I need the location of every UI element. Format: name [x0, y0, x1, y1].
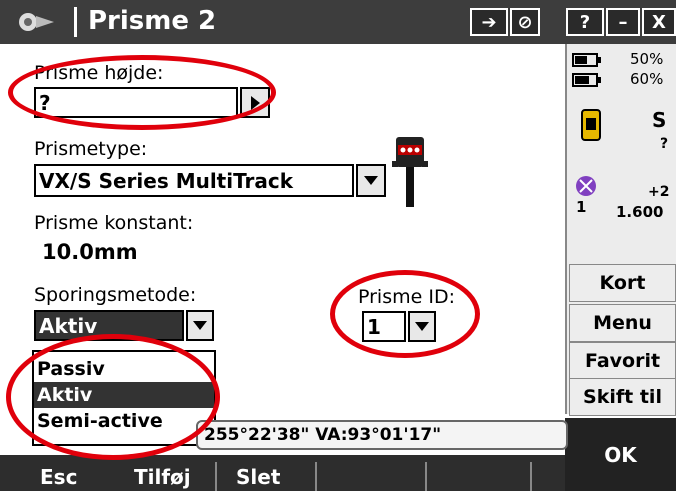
- menu-button[interactable]: Menu: [569, 304, 676, 342]
- battery-1-level: 50%: [630, 50, 664, 68]
- tracking-method-label: Sporingsmetode:: [34, 284, 197, 306]
- skift-til-button[interactable]: Skift til: [569, 378, 676, 416]
- no-entry-button[interactable]: ⊘: [510, 8, 540, 36]
- tilfoej-softkey[interactable]: Tilføj: [134, 462, 191, 491]
- chevron-down-icon: [364, 176, 378, 185]
- multitrack-prism-icon: [388, 135, 432, 207]
- esc-softkey[interactable]: Esc: [40, 462, 77, 491]
- app-logo-icon[interactable]: [14, 8, 60, 36]
- slet-softkey[interactable]: Slet: [236, 462, 280, 491]
- annotation-circle: [6, 334, 220, 460]
- target-number: 1: [576, 198, 587, 216]
- total-station-icon: [578, 108, 604, 144]
- battery-icon: [572, 72, 602, 87]
- target-icon: [574, 174, 598, 198]
- favorit-button[interactable]: Favorit: [569, 342, 676, 380]
- window-title: Prisme 2: [88, 6, 217, 36]
- prism-constant-label: Prisme konstant:: [34, 212, 194, 234]
- chevron-down-icon: [193, 321, 207, 330]
- tracking-method-dropdown-button[interactable]: [186, 310, 214, 341]
- forward-arrow-button[interactable]: ➔: [470, 8, 508, 36]
- instrument-value: ?: [660, 136, 669, 152]
- target-height: 1.600: [616, 203, 664, 221]
- softkey-divider: [530, 462, 532, 491]
- annotation-circle: [8, 55, 276, 130]
- softkey-divider: [215, 462, 217, 491]
- title-separator: [74, 7, 77, 37]
- angle-status-line: 255°22'38" VA:93°01'17": [196, 420, 568, 450]
- prism-type-label: Prismetype:: [34, 138, 148, 160]
- kort-button[interactable]: Kort: [569, 264, 676, 302]
- prism-constant-value: 10.0mm: [42, 240, 138, 264]
- prism-type-select[interactable]: VX/S Series MultiTrack: [34, 164, 354, 197]
- softkey-divider: [425, 462, 427, 491]
- prism-type-dropdown-button[interactable]: [356, 164, 386, 197]
- battery-2-level: 60%: [630, 70, 664, 88]
- instrument-letter: S: [652, 108, 667, 132]
- ok-button[interactable]: OK: [565, 418, 676, 491]
- close-button[interactable]: X: [642, 8, 676, 36]
- battery-icon: [572, 52, 602, 67]
- minimize-button[interactable]: –: [606, 8, 640, 36]
- help-button[interactable]: ?: [566, 8, 604, 36]
- softkey-bar: [0, 455, 565, 491]
- annotation-circle: [330, 270, 480, 358]
- softkey-divider: [315, 462, 317, 491]
- target-offset: +2: [648, 184, 670, 200]
